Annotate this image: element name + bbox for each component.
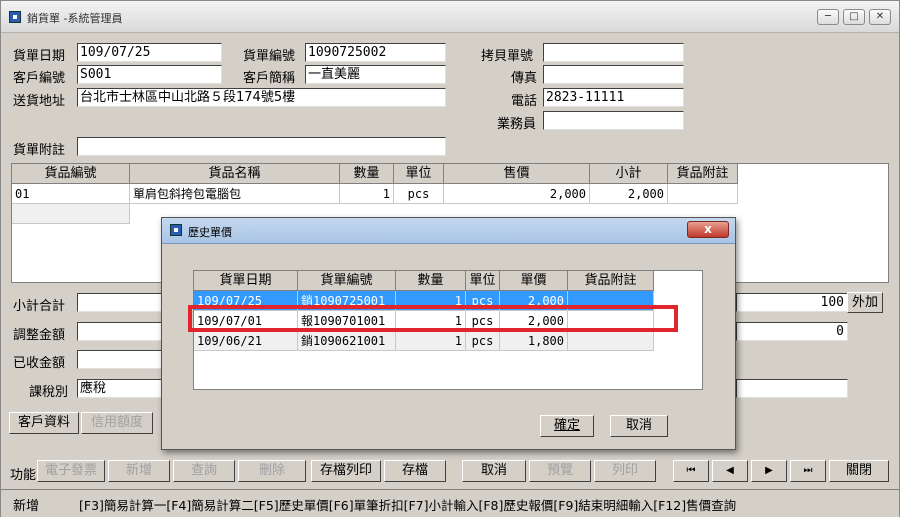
function-label: 功能 (10, 468, 37, 483)
col-header-code: 貨品編號 (12, 164, 130, 184)
tab-credit-limit[interactable]: 信用額度 (81, 412, 153, 434)
close-button[interactable]: ✕ (869, 9, 891, 25)
close-form-button[interactable]: 關閉 (829, 460, 889, 482)
customer-no-field[interactable]: S001 (77, 65, 222, 84)
customer-name-label: 客戶簡稱 (243, 71, 296, 86)
customer-no-label: 客戶編號 (13, 71, 66, 86)
adjust-field-left[interactable] (77, 322, 163, 341)
tax-label: 課稅別 (29, 385, 69, 400)
preview-button[interactable]: 預覽 (529, 460, 591, 482)
col-header-subtotal: 小計 (590, 164, 668, 184)
copy-no-field[interactable] (543, 43, 684, 62)
col-header-note: 貨品附註 (668, 164, 738, 184)
next-record-icon[interactable]: ▶ (751, 460, 787, 482)
save-button[interactable]: 存檔 (384, 460, 446, 482)
address-label: 送貨地址 (13, 94, 66, 109)
new-row-cell[interactable] (12, 204, 130, 224)
delete-button[interactable]: 刪除 (238, 460, 306, 482)
col-header-qty: 數量 (340, 164, 394, 184)
hist-row2-no[interactable]: 銷1090621001 (298, 331, 396, 351)
query-button[interactable]: 查詢 (173, 460, 235, 482)
status-bar: 新增 [F3]簡易計算一[F4]簡易計算二[F5]歷史單價[F6]單筆折扣[F7… (1, 489, 899, 517)
save-print-button[interactable]: 存檔列印 (311, 460, 381, 482)
window-title: 銷貨單 -系統管理員 (27, 12, 123, 25)
adjust-field[interactable]: 0 (736, 322, 848, 341)
hist-row2-qty[interactable]: 1 (396, 331, 466, 351)
phone-label: 電話 (511, 94, 538, 109)
subtotal-field[interactable]: 100 (736, 293, 848, 312)
app-icon (9, 11, 21, 23)
status-mode: 新增 (13, 499, 40, 514)
salesperson-field[interactable] (543, 111, 684, 130)
item-qty-cell[interactable]: 1 (340, 184, 394, 204)
dialog-title-bar: 歷史單價 x (162, 218, 735, 244)
hist-col-qty: 數量 (396, 271, 466, 291)
tax-field[interactable]: 應稅 (77, 379, 163, 398)
fax-field[interactable] (543, 65, 684, 84)
date-label: 貨單日期 (13, 49, 66, 64)
col-header-name: 貨品名稱 (130, 164, 340, 184)
dialog-app-icon (170, 224, 182, 236)
adjust-label: 調整金額 (13, 328, 66, 343)
item-name-cell[interactable]: 單肩包斜挎包電腦包 (130, 184, 340, 204)
dialog-title: 歷史單價 (188, 226, 232, 239)
customer-name-field[interactable]: 一直美麗 (305, 65, 446, 84)
tab-customer-info[interactable]: 客戶資料 (9, 412, 79, 434)
col-header-unit: 單位 (394, 164, 444, 184)
phone-field[interactable]: 2823-11111 (543, 88, 684, 107)
received-field[interactable] (77, 350, 163, 369)
item-price-cell[interactable]: 2,000 (444, 184, 590, 204)
fax-label: 傳真 (511, 71, 538, 86)
subtotal-label: 小計合計 (13, 299, 66, 314)
hist-col-unit: 單位 (466, 271, 500, 291)
hist-row2-date[interactable]: 109/06/21 (194, 331, 298, 351)
hist-col-no: 貨單編號 (298, 271, 396, 291)
prev-record-icon[interactable]: ◀ (712, 460, 748, 482)
hist-row2-unit[interactable]: pcs (466, 331, 500, 351)
highlight-box (188, 305, 678, 332)
dialog-close-icon[interactable]: x (687, 221, 729, 238)
title-bar: 銷貨單 -系統管理員 ─ □ ✕ (1, 1, 899, 33)
col-header-price: 售價 (444, 164, 590, 184)
extra-button[interactable]: 外加 (847, 292, 883, 313)
item-code-cell[interactable]: 01 (12, 184, 130, 204)
salesperson-label: 業務員 (497, 117, 537, 132)
order-note-label: 貨單附註 (13, 143, 66, 158)
dialog-cancel-button[interactable]: 取消 (610, 415, 668, 437)
hist-col-date: 貨單日期 (194, 271, 298, 291)
add-button[interactable]: 新增 (108, 460, 170, 482)
order-note-field[interactable] (77, 137, 446, 156)
print-button[interactable]: 列印 (594, 460, 656, 482)
einvoice-button[interactable]: 電子發票 (37, 460, 105, 482)
minimize-button[interactable]: ─ (817, 9, 839, 25)
tax-field-right[interactable] (736, 379, 848, 398)
sales-order-window: 銷貨單 -系統管理員 ─ □ ✕ 貨單日期 109/07/25 貨單編號 109… (0, 0, 900, 517)
hist-col-price: 單價 (500, 271, 568, 291)
dialog-ok-button[interactable]: 確定 (540, 415, 594, 437)
maximize-button[interactable]: □ (843, 9, 865, 25)
last-record-icon[interactable]: ⏭ (790, 460, 826, 482)
address-field[interactable]: 台北市士林區中山北路５段174號5樓 (77, 88, 446, 107)
date-field[interactable]: 109/07/25 (77, 43, 222, 62)
first-record-icon[interactable]: ⏮ (673, 460, 709, 482)
hist-row2-note[interactable] (568, 331, 654, 351)
order-no-field[interactable]: 1090725002 (305, 43, 446, 62)
order-no-label: 貨單編號 (243, 49, 296, 64)
hist-col-note: 貨品附註 (568, 271, 654, 291)
copy-no-label: 拷貝單號 (481, 49, 534, 64)
received-label: 已收金額 (13, 356, 66, 371)
history-price-dialog: 歷史單價 x 貨單日期 貨單編號 數量 單位 單價 貨品附註 109/07/25… (161, 217, 736, 450)
item-subtotal-cell[interactable]: 2,000 (590, 184, 668, 204)
status-hints: [F3]簡易計算一[F4]簡易計算二[F5]歷史單價[F6]單筆折扣[F7]小計… (79, 498, 737, 513)
item-unit-cell[interactable]: pcs (394, 184, 444, 204)
item-note-cell[interactable] (668, 184, 738, 204)
subtotal-field-left[interactable] (77, 293, 163, 312)
cancel-button[interactable]: 取消 (462, 460, 526, 482)
hist-row2-price[interactable]: 1,800 (500, 331, 568, 351)
